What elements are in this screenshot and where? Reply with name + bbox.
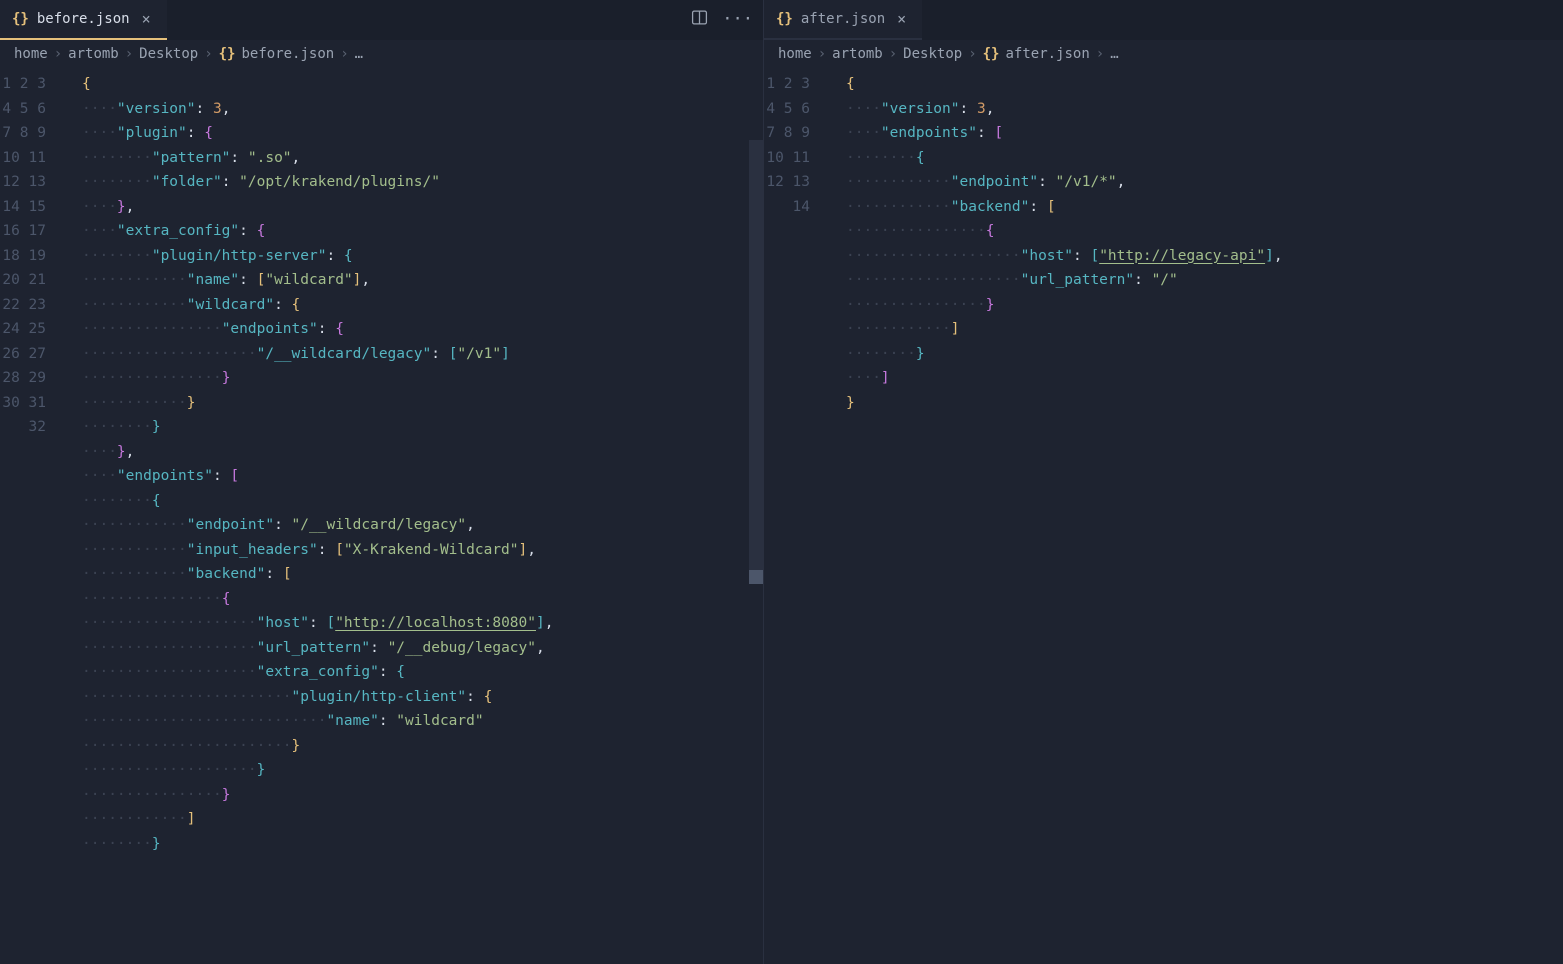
tab-after-json[interactable]: {} after.json × (764, 0, 922, 40)
scrollbar-track[interactable] (749, 140, 763, 570)
chevron-icon: › (968, 46, 976, 62)
tab-bar: {} after.json × (764, 0, 1563, 40)
crumb[interactable]: Desktop (903, 46, 962, 62)
code-content[interactable]: {····"version": 3,····"plugin": {·······… (64, 68, 763, 964)
crumb[interactable]: … (1110, 46, 1118, 62)
breadcrumb[interactable]: home › artomb › Desktop › {} before.json… (0, 40, 763, 68)
json-icon: {} (983, 46, 1000, 62)
chevron-icon: › (204, 46, 212, 62)
more-icon[interactable]: ··· (722, 9, 753, 31)
crumb[interactable]: after.json (1005, 46, 1089, 62)
breadcrumb[interactable]: home › artomb › Desktop › {} after.json … (764, 40, 1563, 68)
split-editor-icon[interactable] (691, 9, 708, 31)
code-content[interactable]: {····"version": 3,····"endpoints": [····… (828, 68, 1563, 964)
close-icon[interactable]: × (138, 10, 155, 28)
chevron-icon: › (340, 46, 348, 62)
json-icon: {} (776, 11, 793, 27)
tab-before-json[interactable]: {} before.json × (0, 0, 167, 40)
code-editor[interactable]: 1 2 3 4 5 6 7 8 9 10 11 12 13 14 {····"v… (764, 68, 1563, 964)
editor-pane-right: {} after.json × home › artomb › Desktop … (764, 0, 1563, 964)
chevron-icon: › (1096, 46, 1104, 62)
crumb[interactable]: artomb (832, 46, 883, 62)
scrollbar-thumb[interactable] (749, 570, 763, 584)
tab-actions: ··· (691, 9, 753, 31)
json-icon: {} (12, 11, 29, 27)
close-icon[interactable]: × (893, 10, 910, 28)
line-gutter: 1 2 3 4 5 6 7 8 9 10 11 12 13 14 15 16 1… (0, 68, 64, 964)
crumb[interactable]: artomb (68, 46, 119, 62)
line-gutter: 1 2 3 4 5 6 7 8 9 10 11 12 13 14 (764, 68, 828, 964)
tab-title: after.json (801, 11, 885, 27)
chevron-icon: › (818, 46, 826, 62)
crumb[interactable]: before.json (241, 46, 334, 62)
crumb[interactable]: home (778, 46, 812, 62)
chevron-icon: › (54, 46, 62, 62)
crumb[interactable]: Desktop (139, 46, 198, 62)
crumb[interactable]: home (14, 46, 48, 62)
tab-title: before.json (37, 11, 130, 27)
tab-bar: {} before.json × ··· (0, 0, 763, 40)
chevron-icon: › (125, 46, 133, 62)
editor-pane-left: {} before.json × ··· home › artomb › Des… (0, 0, 764, 964)
crumb[interactable]: … (355, 46, 363, 62)
json-icon: {} (219, 46, 236, 62)
code-editor[interactable]: 1 2 3 4 5 6 7 8 9 10 11 12 13 14 15 16 1… (0, 68, 763, 964)
chevron-icon: › (889, 46, 897, 62)
